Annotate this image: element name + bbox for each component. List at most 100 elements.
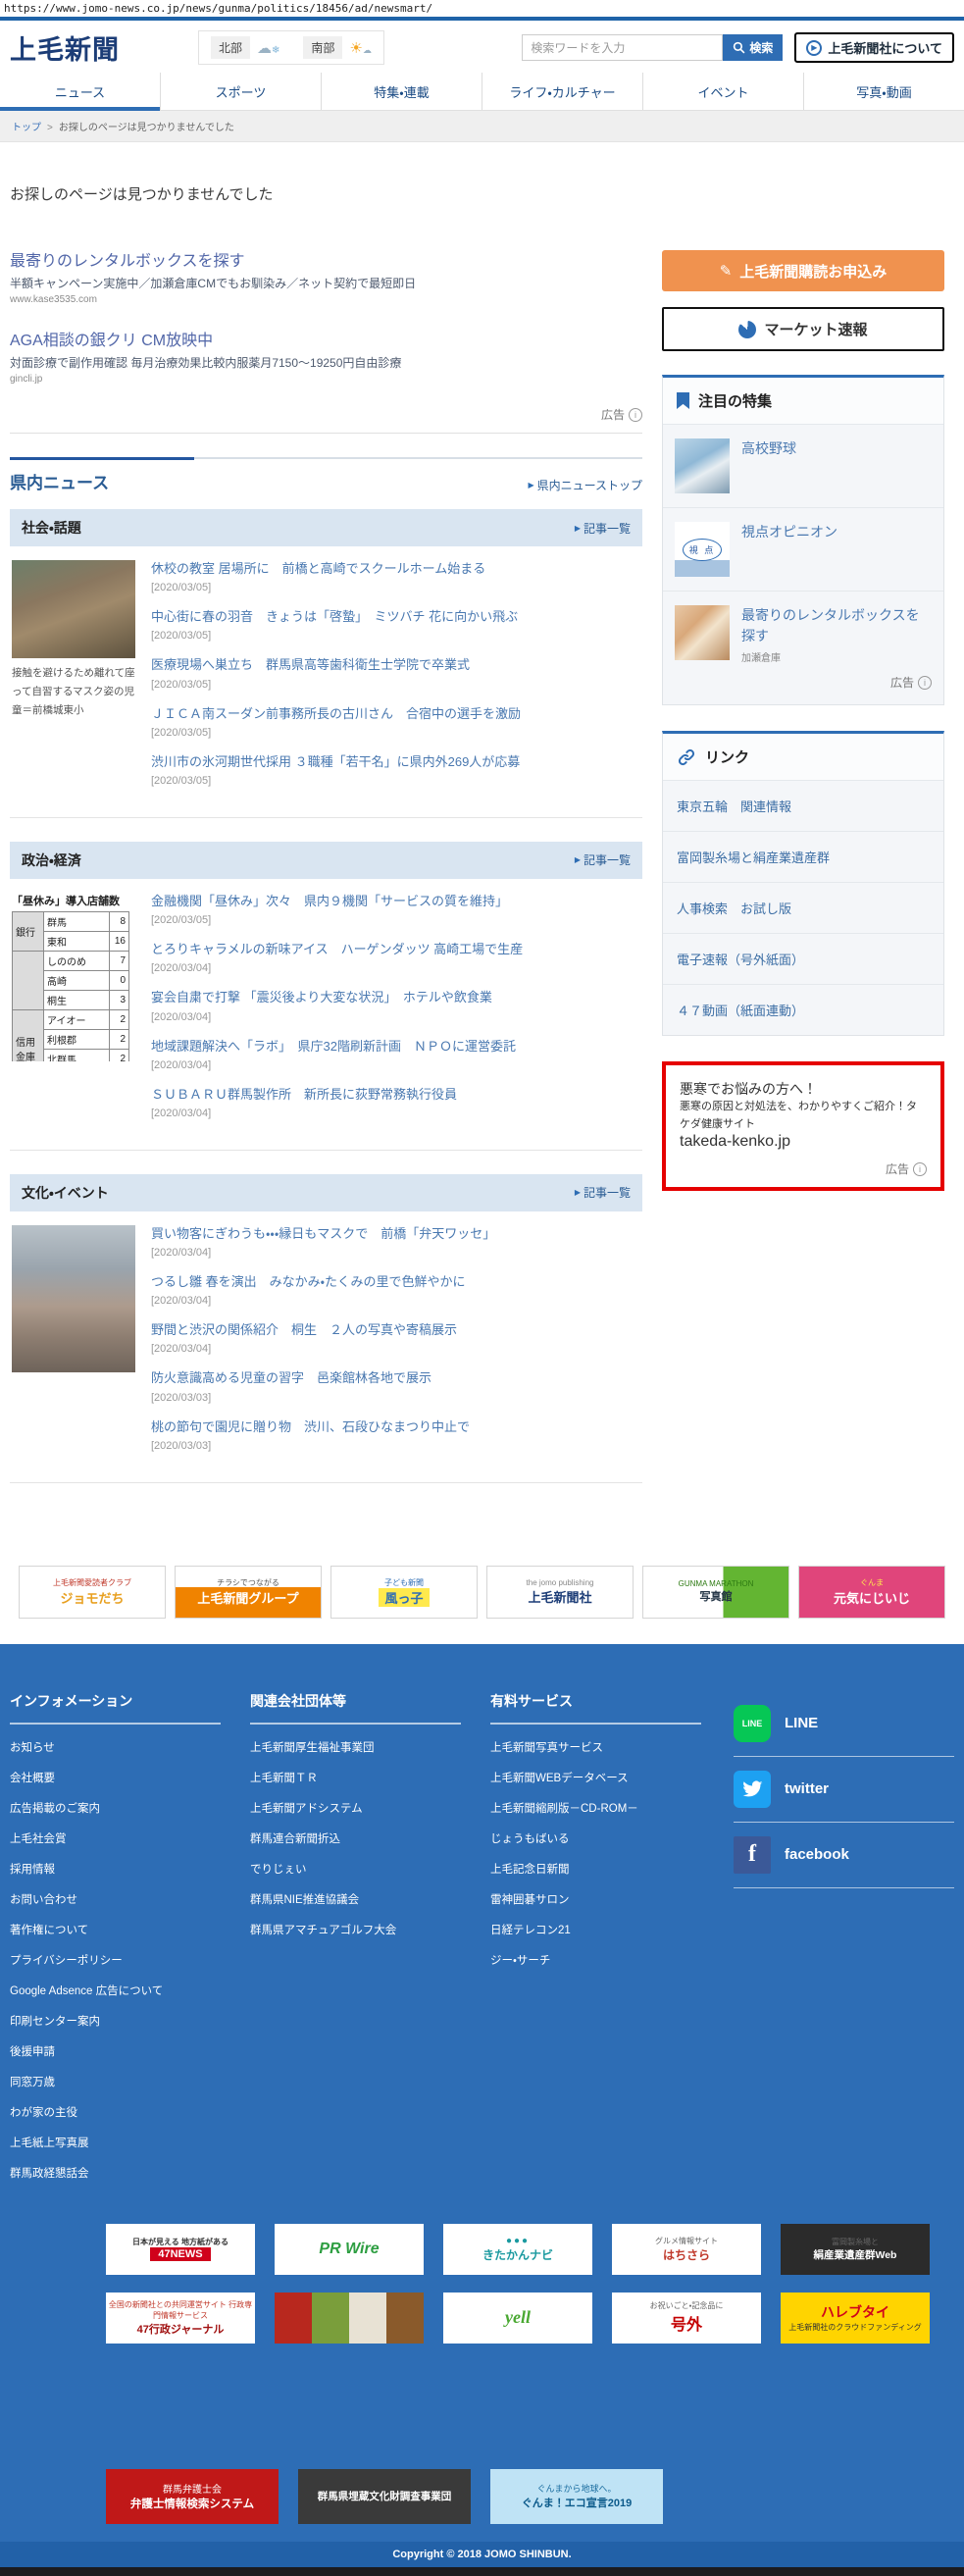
banner-kitakan-navi[interactable]: ●●●きたかんナビ — [443, 2224, 592, 2275]
banner-eco-declaration[interactable]: ぐんまから地球へ。ぐんま！エコ宣言2019 — [490, 2469, 663, 2524]
banner-gogai[interactable]: お祝いごと・記念品に号外 — [612, 2293, 761, 2344]
browser-url-bar[interactable]: https://www.jomo-news.co.jp/news/gunma/p… — [0, 0, 964, 17]
footer-link[interactable]: 上毛新聞厚生福祉事業団 — [250, 1742, 375, 1754]
footer-link[interactable]: わが家の主役 — [10, 2107, 77, 2119]
news-link[interactable]: 渋川市の氷河期世代採用 ３職種「若干名」に県内外269人が応募 — [151, 753, 640, 771]
news-link[interactable]: 休校の教室 居場所に 前橋と高崎でスクールホーム始まる — [151, 560, 640, 578]
banner-hachisara[interactable]: グルメ情報サイトはちさら — [612, 2224, 761, 2275]
footer-link[interactable]: 同窓万歳 — [10, 2077, 55, 2088]
link-47-videos[interactable]: ４７動画（紙面連動） — [663, 984, 943, 1035]
ad-choices[interactable]: 広告 i — [741, 674, 932, 691]
search-button[interactable]: 検索 — [723, 34, 783, 61]
news-link[interactable]: 桃の節句で園児に贈り物 渋川、石段ひなまつり中止で — [151, 1418, 640, 1436]
banner-prwire[interactable]: PR Wire — [275, 2224, 424, 2275]
footer-link[interactable]: 印刷センター案内 — [10, 2016, 100, 2028]
banner-bar-association[interactable]: 群馬弁護士会弁護士情報検索システム — [106, 2469, 279, 2524]
footer-link[interactable]: 上毛新聞WEBデータベース — [490, 1773, 629, 1784]
news-link[interactable]: とろりキャラメルの新味アイス ハーゲンダッツ 高崎工場で生産 — [151, 941, 640, 958]
banner-47news[interactable]: 日本が見える 地方紙がある47NEWS — [106, 2224, 255, 2275]
banner-jomo-group[interactable]: チラシでつながる 上毛新聞グループ — [175, 1566, 322, 1619]
banner-food-photos[interactable] — [275, 2293, 424, 2344]
footer-link[interactable]: 群馬県NIE推進協議会 — [250, 1894, 359, 1906]
ad-choices[interactable]: 広告 i — [680, 1160, 927, 1177]
footer-link[interactable]: 上毛新聞アドシステム — [250, 1803, 363, 1815]
banner-jomodachi[interactable]: 上毛新聞愛読者クラブ ジョモだち — [19, 1566, 166, 1619]
footer-link[interactable]: じょうもばいる — [490, 1833, 570, 1845]
ad-choices[interactable]: 広告 i — [10, 406, 642, 423]
link-personnel-search[interactable]: 人事検索 お試し版 — [663, 882, 943, 933]
footer-link[interactable]: お問い合わせ — [10, 1894, 77, 1906]
footer-link[interactable]: 上毛社会賞 — [10, 1833, 67, 1845]
kennai-news-top-link[interactable]: ▶県内ニューストップ — [528, 477, 642, 493]
footer-link[interactable]: 群馬県アマチュアゴルフ大会 — [250, 1925, 396, 1936]
footer-link[interactable]: 採用情報 — [10, 1864, 55, 1876]
ad-title-link[interactable]: 最寄りのレンタルボックスを探す — [10, 247, 642, 271]
about-button[interactable]: ▶ 上毛新聞社について — [794, 32, 954, 63]
footer-link[interactable]: 雷神囲碁サロン — [490, 1894, 570, 1906]
footer-link[interactable]: 上毛新聞写真サービス — [490, 1742, 603, 1754]
tab-news[interactable]: ニュース — [0, 73, 160, 110]
footer-link[interactable]: 著作権について — [10, 1925, 88, 1936]
news-link[interactable]: 防火意識高める児童の習字 邑楽館林各地で展示 — [151, 1369, 640, 1387]
market-report-button[interactable]: マーケット速報 — [662, 307, 944, 351]
tab-features[interactable]: 特集・連載 — [321, 73, 482, 110]
footer-link[interactable]: Google Adsence 広告について — [10, 1985, 163, 1997]
footer-link[interactable]: 群馬政経懇話会 — [10, 2168, 89, 2180]
news-link[interactable]: 地域課題解決へ「ラボ」 県庁32階刷新計画 ＮＰＯに運営委託 — [151, 1038, 640, 1056]
news-link[interactable]: 医療現場へ巣立ち 群馬県高等歯科衛生士学院で卒業式 — [151, 656, 640, 674]
news-link[interactable]: ＪＩＣＡ南スーダン前事務所長の古川さん 合宿中の選手を激励 — [151, 705, 640, 723]
footer-link[interactable]: ジー・サーチ — [490, 1955, 550, 1967]
banner-archaeology-foundation[interactable]: 群馬県埋蔵文化財調査事業団 — [298, 2469, 471, 2524]
footer-link[interactable]: プライバシーポリシー — [10, 1955, 123, 1967]
tab-events[interactable]: イベント — [642, 73, 803, 110]
news-link[interactable]: 買い物客にぎわうも・・・縁日もマスクで 前橋「弁天ワッセ」 — [151, 1225, 640, 1243]
subscribe-button[interactable]: ✎ 上毛新聞購読お申込み — [662, 250, 944, 291]
footer-link[interactable]: 上毛新聞縮刷版－CD-ROM－ — [490, 1803, 638, 1815]
news-link[interactable]: ＳＵＢＡＲＵ群馬製作所 新所長に荻野常務執行役員 — [151, 1086, 640, 1104]
news-photo-classroom[interactable] — [12, 560, 135, 658]
news-link[interactable]: 中心街に春の羽音 きょうは「啓蟄」 ミツバチ 花に向かい飛ぶ — [151, 608, 640, 626]
tab-sports[interactable]: スポーツ — [160, 73, 321, 110]
banner-gunma-marathon[interactable]: GUNMA MARATHON 写真館 — [642, 1566, 789, 1619]
breadcrumb-home-link[interactable]: トップ — [12, 123, 41, 133]
footer-link[interactable]: でりじぇい — [250, 1864, 307, 1876]
footer-link[interactable]: 日経テレコン21 — [490, 1925, 571, 1936]
banner-yell[interactable]: yell — [443, 2293, 592, 2344]
footer-link[interactable]: お知らせ — [10, 1742, 55, 1754]
article-list-link[interactable]: ▶記事一覧 — [575, 851, 631, 868]
social-twitter[interactable]: twitter — [734, 1757, 954, 1822]
news-photo-market[interactable] — [12, 1225, 135, 1372]
news-link[interactable]: 野間と渋沢の関係紹介 桐生 ２人の写真や寄稿展示 — [151, 1321, 640, 1339]
news-link[interactable]: 宴会自粛で打撃 「震災後より大変な状況」 ホテルや飲食業 — [151, 989, 640, 1006]
social-line[interactable]: LINE LINE — [734, 1691, 954, 1756]
article-list-link[interactable]: ▶記事一覧 — [575, 520, 631, 537]
banner-jomo-publishing[interactable]: the jomo publishing 上毛新聞社 — [486, 1566, 634, 1619]
footer-link[interactable]: 上毛新聞ＴＲ — [250, 1773, 318, 1784]
footer-link[interactable]: 後援申請 — [10, 2046, 55, 2058]
link-digital-bulletin[interactable]: 電子速報（号外紙面） — [663, 933, 943, 984]
social-facebook[interactable]: f facebook — [734, 1823, 954, 1887]
banner-tomioka-silk-web[interactable]: 富岡製糸場と絹産業遺産群Web — [781, 2224, 930, 2275]
banner-genki[interactable]: ぐんま 元気にじいじ — [798, 1566, 945, 1619]
news-link[interactable]: 金融機関「昼休み」次々 県内９機関「サービスの質を維持」 — [151, 893, 640, 910]
search-input[interactable] — [522, 34, 723, 61]
footer-link[interactable]: 上毛紙上写真展 — [10, 2138, 89, 2149]
banner-harebutai[interactable]: ハレブタイ上毛新聞社のクラウドファンディング — [781, 2293, 930, 2344]
footer-link[interactable]: 広告掲載のご案内 — [10, 1803, 100, 1815]
link-tomioka-silk-mill[interactable]: 富岡製糸場と絹産業遺産群 — [663, 831, 943, 882]
footer-link[interactable]: 群馬連合新聞折込 — [250, 1833, 340, 1845]
tab-life-culture[interactable]: ライフ・カルチャー — [482, 73, 642, 110]
site-logo[interactable]: 上毛新聞 — [10, 28, 120, 67]
banner-gyosei-journal[interactable]: 全国の新聞社との共同運営サイト 行政専門情報サービス47行政ジャーナル — [106, 2293, 255, 2344]
ad-title-link[interactable]: AGA相談の銀クリ CM放映中 — [10, 327, 642, 350]
footer-link[interactable]: 上毛記念日新聞 — [490, 1864, 570, 1876]
featured-item-koko-yakyu[interactable]: 高校野球 — [663, 424, 943, 507]
link-tokyo-olympics[interactable]: 東京五輪 関連情報 — [663, 780, 943, 831]
banner-kazakko[interactable]: 子ども新聞 風っ子 — [330, 1566, 478, 1619]
footer-link[interactable]: 会社概要 — [10, 1773, 55, 1784]
article-list-link[interactable]: ▶記事一覧 — [575, 1184, 631, 1201]
ad-title-link[interactable]: 悪寒でお悩みの方へ！ — [680, 1081, 817, 1097]
news-link[interactable]: つるし雛 春を演出 みなかみ・たくみの里で色鮮やかに — [151, 1273, 640, 1291]
featured-item-shiten-opinion[interactable]: 視 点 視点オピニオン — [663, 507, 943, 591]
tab-photo-video[interactable]: 写真・動画 — [803, 73, 964, 110]
